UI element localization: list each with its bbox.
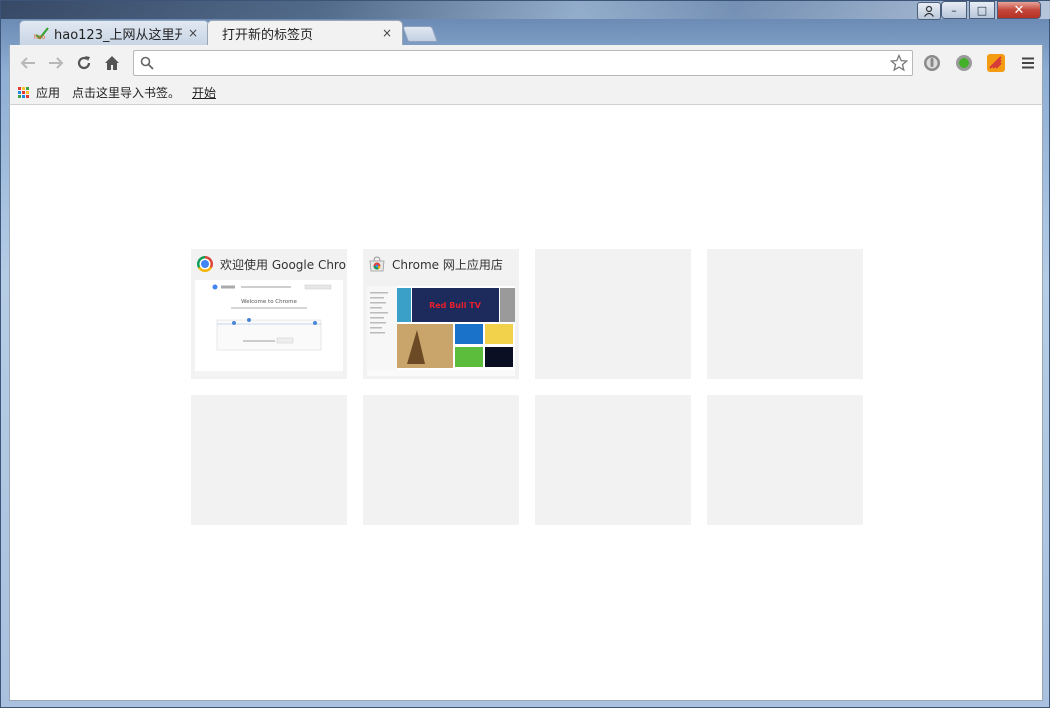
reload-button[interactable] [70, 49, 98, 77]
green-dot-extension-icon [956, 55, 972, 71]
import-bookmarks-hint: 点击这里导入书签。 [72, 85, 181, 100]
extension-button-3[interactable] [984, 51, 1008, 75]
welcome-thumbnail-image: Welcome to Chrome [195, 280, 343, 376]
bookmarks-bar: 应用 点击这里导入书签。 开始 [9, 80, 1043, 105]
arrow-right-icon [49, 56, 64, 69]
tab-close-icon[interactable]: × [382, 26, 392, 40]
forward-button[interactable] [42, 49, 70, 77]
navigation-toolbar [9, 45, 1043, 80]
most-visited-tile-empty [707, 395, 863, 525]
tile-header: 欢迎使用 Google Chrome [191, 249, 347, 279]
close-window-button[interactable]: ✕ [997, 1, 1041, 19]
apps-grid-icon [18, 86, 29, 98]
chrome-menu-button[interactable] [1016, 51, 1040, 75]
most-visited-tile-welcome[interactable]: 欢迎使用 Google Chrome Welcome to Chrome [191, 249, 347, 379]
new-tab-button[interactable] [402, 26, 438, 42]
bookmark-star-button[interactable] [886, 51, 912, 75]
import-start-link[interactable]: 开始 [192, 84, 216, 101]
chrome-icon [197, 256, 213, 272]
tab-title: hao123_上网从这里开始 [54, 27, 182, 43]
home-icon [105, 55, 119, 70]
most-visited-tile-empty [191, 395, 347, 525]
most-visited-tile-empty [535, 249, 691, 379]
tab-hao123[interactable]: hao hao123_上网从这里开始 × [19, 20, 209, 45]
omnibox[interactable] [133, 50, 913, 76]
feather-extension-icon [987, 54, 1005, 72]
chrome-web-store-icon [369, 256, 385, 272]
home-button[interactable] [98, 49, 126, 77]
redbull-thumbnail-text: Red Bull TV [429, 301, 482, 310]
close-icon: ✕ [1013, 2, 1025, 18]
most-visited-tile-webstore[interactable]: Chrome 网上应用店 Red Bull TV [363, 249, 519, 379]
arrow-left-icon [20, 56, 35, 69]
tab-new-tab[interactable]: 打开新的标签页 × [207, 20, 403, 45]
shield-extension-icon [924, 55, 940, 71]
hao123-favicon-icon: hao [34, 26, 50, 41]
tile-thumbnail: Welcome to Chrome [195, 280, 343, 376]
omnibox-input[interactable] [154, 52, 886, 74]
tab-title: 打开新的标签页 [222, 27, 314, 43]
extension-button-2[interactable] [952, 51, 976, 75]
most-visited-tile-empty [535, 395, 691, 525]
new-tab-page: 欢迎使用 Google Chrome Welcome to Chrome [9, 105, 1043, 701]
minimize-button[interactable]: – [941, 1, 967, 19]
welcome-thumbnail-text: Welcome to Chrome [241, 299, 297, 305]
tab-close-icon[interactable]: × [188, 26, 198, 40]
profile-button[interactable] [917, 2, 941, 20]
svg-text:hao: hao [34, 34, 45, 40]
search-icon [140, 56, 154, 70]
user-icon [924, 5, 934, 17]
apps-shortcut[interactable]: 应用 [18, 84, 60, 101]
browser-window: – □ ✕ hao hao123_上网从这里开始 × 打开新的标签页 × [0, 0, 1050, 708]
webstore-thumbnail-image: Red Bull TV [367, 280, 515, 376]
tile-thumbnail: Red Bull TV [367, 280, 515, 376]
minimize-icon: – [951, 3, 957, 17]
star-icon [890, 54, 908, 72]
tile-header: Chrome 网上应用店 [363, 249, 519, 279]
hamburger-menu-icon [1022, 57, 1034, 69]
maximize-button[interactable]: □ [969, 1, 995, 19]
maximize-icon: □ [976, 3, 988, 17]
tile-title: 欢迎使用 Google Chrome [220, 257, 347, 272]
window-titlebar [1, 1, 1050, 19]
most-visited-tile-empty [363, 395, 519, 525]
window-controls: – □ ✕ [941, 1, 1041, 19]
most-visited-tile-empty [707, 249, 863, 379]
back-button[interactable] [14, 49, 42, 77]
reload-icon [77, 55, 91, 69]
apps-label: 应用 [36, 85, 61, 100]
tile-title: Chrome 网上应用店 [392, 257, 503, 272]
extension-button-1[interactable] [920, 51, 944, 75]
